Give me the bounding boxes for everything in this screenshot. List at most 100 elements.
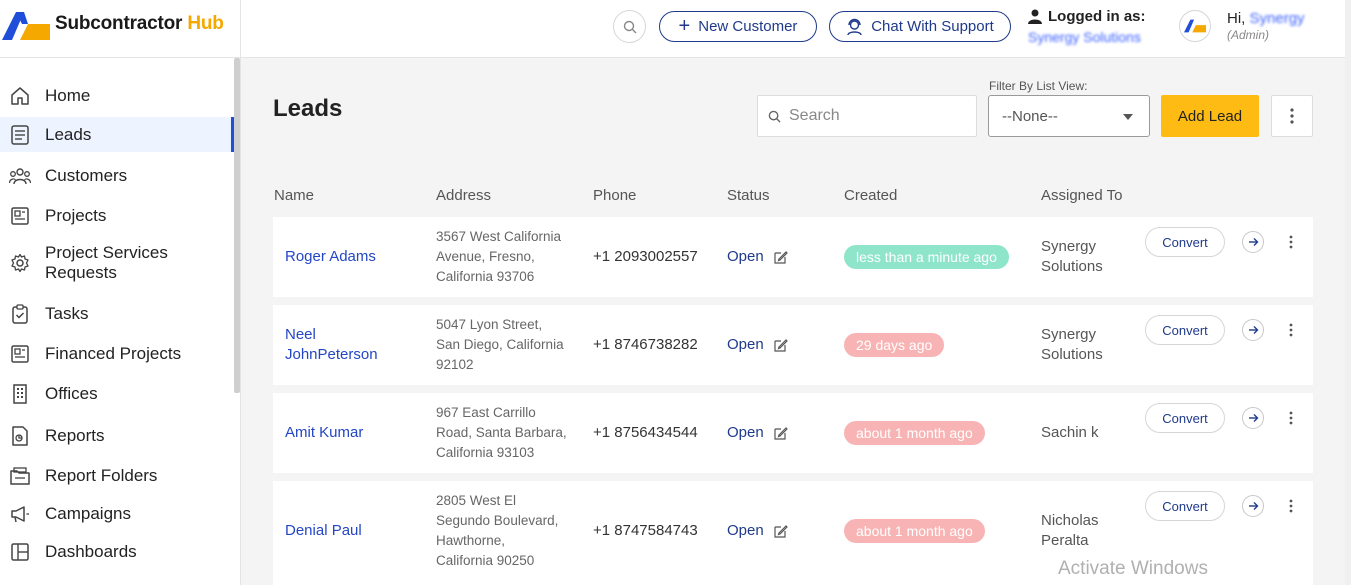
- column-header-status[interactable]: Status: [727, 187, 770, 204]
- logged-in-org: Synergy Solutions: [1028, 29, 1141, 45]
- created-badge: about 1 month ago: [844, 421, 985, 445]
- sidebar-item-home[interactable]: Home: [0, 84, 234, 108]
- page-scrollbar[interactable]: [1345, 0, 1351, 585]
- kebab-menu-icon: [1289, 323, 1293, 337]
- sidebar-item-leads[interactable]: Leads: [0, 117, 234, 152]
- avatar[interactable]: [1179, 10, 1211, 42]
- sidebar-item-tasks[interactable]: Tasks: [0, 302, 234, 326]
- kebab-menu-icon: [1289, 411, 1293, 425]
- sidebar-item-label: Financed Projects: [45, 344, 182, 363]
- search-icon: [768, 110, 781, 123]
- lead-status: Open: [727, 424, 788, 441]
- assigned-to: Nicholas Peralta: [1041, 512, 1099, 549]
- new-customer-button[interactable]: + New Customer: [659, 11, 817, 42]
- convert-button[interactable]: Convert: [1145, 491, 1225, 521]
- page-title: Leads: [273, 95, 343, 122]
- user-role: (Admin): [1227, 28, 1270, 42]
- sidebar-item-offices[interactable]: Offices: [0, 382, 234, 406]
- open-lead-button[interactable]: [1242, 407, 1264, 429]
- convert-button[interactable]: Convert: [1145, 227, 1225, 257]
- convert-button[interactable]: Convert: [1145, 403, 1225, 433]
- sidebar-item-label: Project Services Requests: [45, 243, 168, 282]
- sidebar-item-label: Reports: [45, 426, 105, 445]
- folder-icon: [9, 465, 31, 487]
- clipboard-icon: [9, 303, 31, 325]
- sidebar-item-label: Dashboards: [45, 542, 137, 561]
- table-row: Roger Adams 3567 West California Avenue, …: [273, 217, 1313, 297]
- search-icon: [623, 20, 636, 33]
- projects-icon: [9, 205, 31, 227]
- sidebar-item-reports[interactable]: Reports: [0, 424, 234, 448]
- dashboard-icon: [9, 541, 31, 563]
- sidebar-item-projects[interactable]: Projects: [0, 204, 234, 228]
- edit-icon[interactable]: [774, 338, 788, 352]
- created-badge: less than a minute ago: [844, 245, 1009, 269]
- user-greeting[interactable]: Hi, Synergy: [1227, 10, 1305, 27]
- open-lead-button[interactable]: [1242, 495, 1264, 517]
- filter-list-view-select[interactable]: --None--: [988, 95, 1150, 137]
- financed-projects-icon: [9, 343, 31, 365]
- open-lead-button[interactable]: [1242, 231, 1264, 253]
- column-header-created[interactable]: Created: [844, 187, 897, 204]
- report-icon: [9, 425, 31, 447]
- column-header-assigned-to[interactable]: Assigned To: [1041, 187, 1122, 204]
- lead-status: Open: [727, 522, 788, 539]
- sidebar-item-label: Home: [45, 86, 91, 105]
- more-options-button[interactable]: [1271, 95, 1313, 137]
- kebab-menu-icon: [1289, 499, 1293, 513]
- row-menu-button[interactable]: [1286, 409, 1296, 427]
- sidebar-item-dashboards[interactable]: Dashboards: [0, 540, 234, 564]
- open-lead-button[interactable]: [1242, 319, 1264, 341]
- user-icon: [1028, 9, 1042, 24]
- filter-label: Filter By List View:: [989, 79, 1088, 93]
- leads-search[interactable]: [757, 95, 977, 137]
- sidebar-item-financed-projects[interactable]: Financed Projects: [0, 342, 234, 366]
- row-menu-button[interactable]: [1286, 497, 1296, 515]
- sidebar-item-campaigns[interactable]: Campaigns: [0, 502, 234, 526]
- global-search-button[interactable]: [613, 10, 646, 43]
- edit-icon[interactable]: [774, 524, 788, 538]
- megaphone-icon: [9, 503, 31, 525]
- lead-name-link[interactable]: Amit Kumar: [285, 423, 363, 443]
- created-badge: about 1 month ago: [844, 519, 985, 543]
- sidebar-item-label: Offices: [45, 384, 98, 403]
- arrow-right-icon: [1248, 326, 1258, 334]
- arrow-right-icon: [1248, 502, 1258, 510]
- chat-support-button[interactable]: Chat With Support: [829, 11, 1011, 42]
- sidebar-item-project-services-requests[interactable]: Project Services Requests: [0, 242, 234, 284]
- row-menu-button[interactable]: [1286, 233, 1296, 251]
- sidebar-item-customers[interactable]: Customers: [0, 164, 234, 188]
- lead-name-link[interactable]: Roger Adams: [285, 247, 376, 267]
- brand-name: Subcontractor Hub: [55, 13, 224, 34]
- support-agent-icon: [847, 18, 862, 35]
- sidebar-item-label: Report Folders: [45, 466, 158, 485]
- home-icon: [9, 85, 31, 107]
- lead-name-link[interactable]: Denial Paul: [285, 521, 362, 541]
- arrow-right-icon: [1248, 414, 1258, 422]
- kebab-menu-icon: [1290, 108, 1294, 124]
- table-row: Amit Kumar 967 East Carrillo Road, Santa …: [273, 393, 1313, 473]
- column-header-phone[interactable]: Phone: [593, 187, 636, 204]
- lead-address: 2805 West El Segundo Boulevard, Hawthorne,…: [436, 493, 559, 568]
- edit-icon[interactable]: [774, 426, 788, 440]
- gear-icon: [9, 252, 31, 274]
- lead-name-link[interactable]: Neel JohnPeterson: [285, 325, 378, 365]
- lead-phone: +1 8756434544: [593, 424, 698, 441]
- sidebar-item-report-folders[interactable]: Report Folders: [0, 464, 234, 488]
- row-menu-button[interactable]: [1286, 321, 1296, 339]
- convert-button[interactable]: Convert: [1145, 315, 1225, 345]
- assigned-to: Sachin k: [1041, 424, 1099, 441]
- leads-icon: [9, 124, 31, 146]
- assigned-to: Synergy Solutions: [1041, 326, 1103, 363]
- brand-logo[interactable]: Subcontractor Hub: [0, 0, 241, 58]
- customers-icon: [9, 165, 31, 187]
- add-lead-button[interactable]: Add Lead: [1161, 95, 1259, 137]
- column-header-address[interactable]: Address: [436, 187, 491, 204]
- search-input[interactable]: [789, 107, 959, 125]
- sidebar-scrollbar[interactable]: [234, 58, 240, 393]
- lead-phone: +1 2093002557: [593, 248, 698, 265]
- lead-status: Open: [727, 336, 788, 353]
- column-header-name[interactable]: Name: [274, 187, 314, 204]
- building-icon: [9, 383, 31, 405]
- edit-icon[interactable]: [774, 250, 788, 264]
